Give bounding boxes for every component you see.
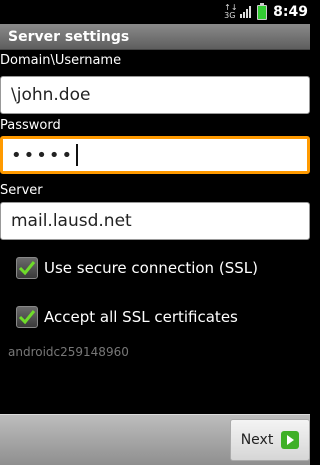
username-field[interactable]: \john.doe [0, 76, 310, 114]
ssl-checkbox[interactable] [16, 257, 38, 279]
password-value: ••••• [11, 144, 75, 166]
page-title: Server settings [0, 24, 310, 50]
next-button[interactable]: Next [230, 419, 310, 461]
signal-strength-icon [240, 6, 252, 18]
data-3g-icon: ↑↓ 3G [224, 3, 238, 20]
accept-certs-checkbox-label: Accept all SSL certificates [44, 308, 238, 326]
password-field[interactable]: ••••• [0, 136, 310, 174]
checkmark-icon [18, 261, 36, 276]
status-bar: ↑↓ 3G 8:49 [0, 0, 310, 24]
accept-certs-checkbox-row[interactable]: Accept all SSL certificates [16, 306, 238, 328]
status-time: 8:49 [273, 4, 308, 20]
arrow-right-icon [281, 431, 300, 449]
server-label: Server [0, 183, 43, 198]
server-field[interactable]: mail.lausd.net [0, 202, 310, 240]
username-label: Domain\Username [0, 53, 122, 68]
password-label: Password [0, 118, 61, 133]
text-caret [76, 144, 79, 166]
checkmark-icon [18, 310, 36, 325]
bottom-action-bar: Next [0, 414, 310, 465]
ssl-checkbox-row[interactable]: Use secure connection (SSL) [16, 257, 258, 279]
status-icons: ↑↓ 3G 8:49 [224, 0, 310, 24]
ssl-checkbox-label: Use secure connection (SSL) [44, 259, 258, 277]
device-id-text: androidc259148960 [8, 345, 129, 359]
accept-certs-checkbox[interactable] [16, 306, 38, 328]
battery-charging-icon [257, 2, 268, 20]
next-button-label: Next [240, 432, 274, 448]
